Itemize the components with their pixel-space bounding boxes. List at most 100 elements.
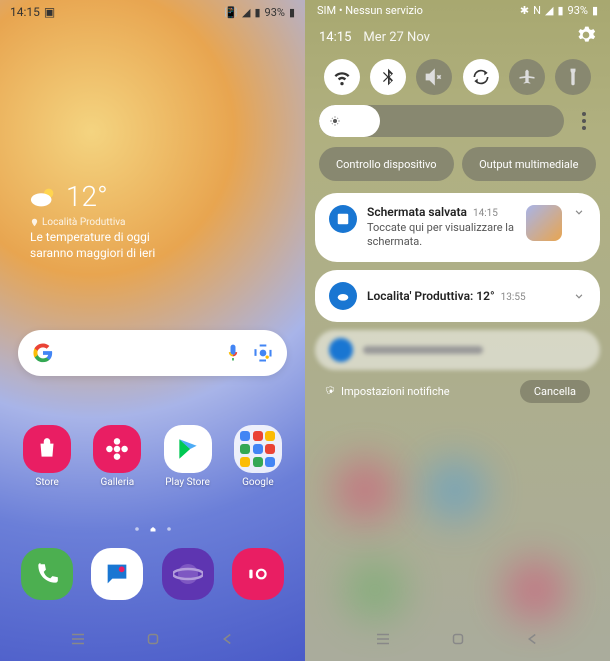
sun-icon bbox=[329, 115, 341, 127]
notification-settings-label: Impostazioni notifiche bbox=[341, 385, 450, 398]
qs-sound[interactable] bbox=[416, 59, 452, 95]
weather-description: Le temperature di oggi saranno maggiori … bbox=[30, 230, 170, 261]
qs-rotate[interactable] bbox=[463, 59, 499, 95]
vibrate-icon: 📳 bbox=[224, 6, 238, 19]
app-label: Store bbox=[35, 477, 58, 488]
app-row: Store Galleria Play Store Google bbox=[12, 425, 293, 488]
nfc-icon: N bbox=[533, 4, 541, 17]
airplane-icon bbox=[517, 67, 537, 87]
status-time: 14:15 bbox=[10, 5, 40, 19]
status-bar: 14:15 ▣ 📳 ◢ ▮ 93% ▮ bbox=[0, 0, 305, 24]
notification-weather[interactable]: Localita' Produttiva: 12° 13:55 bbox=[315, 270, 600, 322]
settings-gear-icon[interactable] bbox=[576, 25, 596, 45]
google-lens-icon[interactable] bbox=[253, 343, 273, 363]
signal-icon: ▮ bbox=[557, 4, 563, 17]
qs-airplane[interactable] bbox=[509, 59, 545, 95]
location-pin-icon bbox=[30, 218, 39, 227]
navigation-bar bbox=[0, 623, 305, 655]
shade-time: 14:15 bbox=[319, 30, 351, 45]
shopping-bag-icon bbox=[34, 436, 60, 462]
brightness-more-button[interactable] bbox=[572, 112, 596, 130]
dock bbox=[12, 548, 293, 600]
chat-bubble-icon bbox=[103, 560, 131, 588]
weather-location: Località Produttiva bbox=[42, 217, 125, 228]
shade-footer: Impostazioni notifiche Cancella bbox=[305, 380, 610, 403]
phone-icon bbox=[34, 561, 60, 587]
home-button[interactable] bbox=[449, 630, 467, 648]
device-control-button[interactable]: Controllo dispositivo bbox=[319, 147, 454, 181]
app-galleria[interactable]: Galleria bbox=[85, 425, 149, 488]
dock-messages[interactable] bbox=[91, 548, 143, 600]
weather-cloud-sun-icon bbox=[30, 185, 58, 209]
page-dot-icon bbox=[134, 526, 140, 532]
notification-title: Localita' Produttiva: 12° bbox=[367, 289, 495, 303]
brightness-row bbox=[305, 105, 610, 147]
quick-settings-row bbox=[305, 53, 610, 105]
image-icon bbox=[336, 212, 350, 226]
shade-date: Mer 27 Nov bbox=[363, 30, 430, 45]
app-playstore[interactable]: Play Store bbox=[156, 425, 220, 488]
sim-status: SIM • Nessun servizio bbox=[317, 4, 423, 17]
page-indicator[interactable] bbox=[0, 526, 305, 532]
navigation-bar bbox=[305, 623, 610, 655]
qs-flashlight[interactable] bbox=[555, 59, 591, 95]
notification-time: 13:55 bbox=[501, 292, 526, 303]
recents-button[interactable] bbox=[69, 630, 87, 648]
date-row: 14:15 Mer 27 Nov bbox=[305, 17, 610, 53]
dock-browser[interactable] bbox=[162, 548, 214, 600]
flower-icon bbox=[104, 436, 130, 462]
battery-percent: 93% bbox=[265, 6, 285, 19]
bluetooth-icon bbox=[378, 67, 398, 87]
clear-all-button[interactable]: Cancella bbox=[520, 380, 590, 403]
home-indicator-icon bbox=[150, 526, 156, 532]
notification-title: Schermata salvata bbox=[367, 205, 467, 219]
folder-icon bbox=[234, 425, 282, 473]
auto-rotate-icon bbox=[471, 67, 491, 87]
home-button[interactable] bbox=[144, 630, 162, 648]
back-button[interactable] bbox=[524, 630, 542, 648]
media-output-button[interactable]: Output multimediale bbox=[462, 147, 597, 181]
weather-app-icon bbox=[329, 282, 357, 310]
qs-wifi[interactable] bbox=[324, 59, 360, 95]
planet-icon bbox=[173, 559, 203, 589]
notification-shade: SIM • Nessun servizio ✱ N ◢ ▮ 93% ▮ 14:1… bbox=[305, 0, 610, 661]
notification-text: Toccate qui per visualizzare la schermat… bbox=[367, 221, 516, 250]
bluetooth-icon: ✱ bbox=[520, 4, 529, 17]
app-store[interactable]: Store bbox=[15, 425, 79, 488]
controls-row: Controllo dispositivo Output multimedial… bbox=[305, 147, 610, 193]
dock-phone[interactable] bbox=[21, 548, 73, 600]
google-logo-icon bbox=[32, 342, 54, 364]
back-button[interactable] bbox=[219, 630, 237, 648]
home-screen: 14:15 ▣ 📳 ◢ ▮ 93% ▮ 12° Località Produtt… bbox=[0, 0, 305, 661]
cloud-icon bbox=[335, 288, 351, 304]
speaker-mute-icon bbox=[424, 67, 444, 87]
blurred-text bbox=[363, 346, 483, 354]
wifi-icon: ◢ bbox=[242, 6, 250, 19]
battery-percent: 93% bbox=[568, 4, 588, 17]
page-dot-icon bbox=[166, 526, 172, 532]
notification-settings-link[interactable]: Impostazioni notifiche bbox=[325, 385, 450, 398]
notification-collapsed[interactable] bbox=[315, 330, 600, 370]
app-label: Galleria bbox=[101, 477, 135, 488]
chevron-down-icon[interactable] bbox=[572, 289, 586, 303]
sim-status-row: SIM • Nessun servizio ✱ N ◢ ▮ 93% ▮ bbox=[305, 0, 610, 17]
gear-icon bbox=[325, 385, 337, 397]
qs-bluetooth[interactable] bbox=[370, 59, 406, 95]
play-triangle-icon bbox=[175, 436, 201, 462]
weather-widget[interactable]: 12° Località Produttiva Le temperature d… bbox=[30, 180, 170, 261]
weather-temperature: 12° bbox=[66, 180, 108, 213]
recents-button[interactable] bbox=[374, 630, 392, 648]
chevron-down-icon[interactable] bbox=[572, 205, 586, 219]
mic-icon[interactable] bbox=[223, 343, 243, 363]
notification-thumbnail bbox=[526, 205, 562, 241]
google-search-bar[interactable] bbox=[18, 330, 287, 376]
app-google-folder[interactable]: Google bbox=[226, 425, 290, 488]
wifi-icon bbox=[332, 67, 352, 87]
brightness-slider[interactable] bbox=[319, 105, 564, 137]
battery-icon: ▮ bbox=[592, 4, 598, 17]
app-label: Play Store bbox=[165, 477, 210, 488]
dock-camera[interactable] bbox=[232, 548, 284, 600]
camera-icon bbox=[245, 561, 271, 587]
notification-screenshot[interactable]: Schermata salvata 14:15 Toccate qui per … bbox=[315, 193, 600, 262]
notification-time: 14:15 bbox=[473, 208, 498, 219]
